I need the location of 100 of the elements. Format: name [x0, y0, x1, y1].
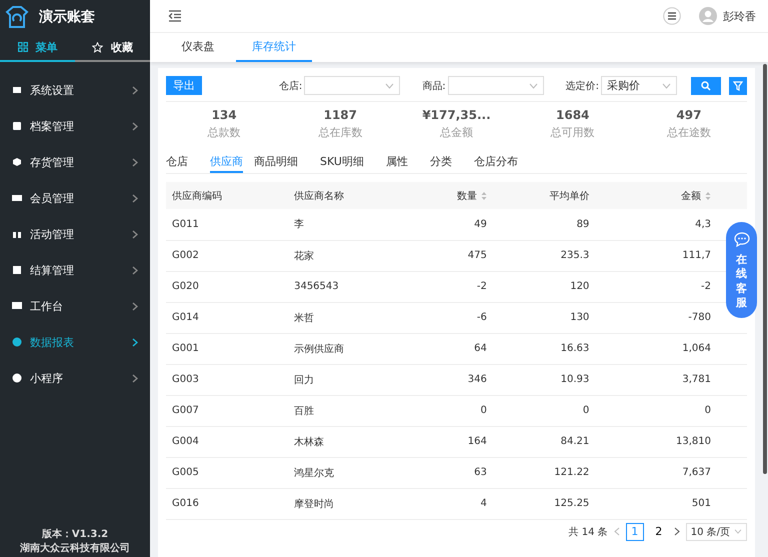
chevron-left-icon[interactable]: [614, 527, 620, 536]
chat-widget[interactable]: 在线客服: [726, 222, 757, 318]
sort-icon[interactable]: [480, 190, 487, 201]
menu-item-icon: [12, 373, 22, 383]
table-cell: G011: [172, 218, 199, 230]
menu-icon[interactable]: [663, 7, 681, 25]
sidebar-tab[interactable]: 收藏: [75, 34, 150, 62]
stat-value: 134: [212, 108, 237, 122]
chevron-down-icon: [734, 529, 742, 534]
sidebar-item[interactable]: 工作台: [0, 288, 150, 324]
table-cell: G014: [172, 312, 199, 323]
table-cell: 130: [570, 312, 590, 323]
filter-label: 选定价:: [566, 80, 599, 92]
page-tab[interactable]: 仪表盘: [160, 33, 236, 62]
sidebar-item[interactable]: 档案管理: [0, 108, 150, 144]
table-cell: -2: [701, 281, 711, 292]
table-cell: 3,781: [682, 374, 711, 385]
collapse-menu-icon[interactable]: [168, 10, 182, 22]
chevron-down-icon: [528, 82, 538, 88]
column-header: 供应商名称: [294, 190, 344, 202]
sub-tab[interactable]: SKU明细: [320, 152, 375, 173]
avatar-icon[interactable]: [699, 7, 717, 25]
funnel-icon: [733, 80, 743, 90]
stat-label: 总款数: [208, 125, 241, 140]
table-cell: 花家: [294, 250, 314, 262]
table-cell: 125.25: [554, 498, 590, 509]
stat-value: ¥177,35...: [422, 108, 491, 122]
chevron-right-icon[interactable]: [674, 527, 680, 536]
chevron-right-icon: [132, 374, 138, 382]
select-field[interactable]: 采购价: [601, 76, 677, 95]
table-cell: 89: [576, 218, 590, 230]
chevron-right-icon: [132, 230, 138, 238]
stat-label: 总在途数: [666, 125, 711, 140]
filter-button[interactable]: [729, 76, 747, 94]
table-cell: 84.21: [560, 436, 590, 447]
page-button[interactable]: 2: [650, 522, 668, 540]
table-cell: 4,3: [695, 218, 711, 230]
sidebar-item[interactable]: 系统设置: [0, 72, 150, 108]
table-cell: 3456543: [294, 281, 339, 292]
sidebar-item[interactable]: 存货管理: [0, 144, 150, 180]
menu-item-icon: [12, 193, 22, 203]
sidebar-item[interactable]: 小程序: [0, 360, 150, 396]
table-cell: 摩登时尚: [294, 498, 334, 510]
filter-label: 仓店:: [278, 80, 302, 92]
sub-tab[interactable]: 仓店分布: [474, 152, 529, 173]
select-field[interactable]: [304, 76, 400, 95]
table-cell: 346: [468, 374, 487, 385]
sub-tab[interactable]: 属性: [386, 152, 419, 173]
sidebar-item[interactable]: 活动管理: [0, 216, 150, 252]
menu-item-icon: [12, 85, 22, 95]
menu-item-icon: [12, 337, 22, 347]
table-cell: 4: [480, 498, 487, 509]
star-icon: [92, 42, 103, 52]
table-cell: 百胜: [294, 406, 314, 416]
sub-tab[interactable]: 仓店: [166, 152, 199, 173]
table-cell: 49: [474, 218, 487, 230]
chevron-right-icon: [132, 302, 138, 310]
table-cell: 235.3: [560, 250, 590, 261]
grid-icon: [18, 42, 28, 52]
stat-label: 总可用数: [550, 125, 595, 140]
sort-icon[interactable]: [705, 190, 711, 201]
table-cell: G001: [172, 343, 199, 354]
table-cell: 1,064: [682, 343, 711, 354]
chevron-right-icon: [132, 338, 138, 346]
page-size-select[interactable]: 10 条/页: [686, 522, 747, 540]
table-cell: 示例供应商: [294, 344, 344, 354]
sidebar-tab[interactable]: 菜单: [0, 34, 75, 62]
search-icon: [701, 80, 711, 90]
chevron-right-icon: [132, 122, 138, 130]
table-cell: 米哲: [294, 312, 314, 324]
table-cell: G002: [172, 250, 199, 261]
sidebar-item[interactable]: 数据报表: [0, 324, 150, 360]
sidebar-item[interactable]: 会员管理: [0, 180, 150, 216]
sidebar-item[interactable]: 结算管理: [0, 252, 150, 288]
sub-tab[interactable]: 商品明细: [254, 152, 309, 173]
table-cell: 10.93: [560, 374, 590, 385]
menu-item-icon: [12, 265, 22, 275]
app-title: 演示账套: [39, 8, 95, 26]
table-cell: 16.63: [560, 343, 590, 354]
table-cell: 111,7: [682, 250, 711, 261]
stat-value: 497: [676, 108, 702, 122]
scrollbar[interactable]: [763, 64, 767, 474]
table-cell: 120: [570, 281, 590, 292]
chevron-down-icon: [385, 82, 394, 88]
stat-value: 1684: [556, 108, 590, 122]
table-cell: -6: [476, 312, 487, 323]
total-count: 共 14 条: [568, 526, 608, 538]
column-header: 供应商编码: [172, 190, 222, 202]
sub-tab[interactable]: 分类: [430, 152, 463, 173]
select-field[interactable]: [448, 76, 544, 95]
stat-value: 1187: [324, 108, 357, 122]
table-cell: G016: [172, 498, 199, 509]
search-button[interactable]: [691, 76, 721, 94]
table-cell: 0: [704, 405, 711, 416]
chat-bubble-icon: [734, 232, 750, 247]
column-header: 数量: [456, 190, 477, 202]
user-name[interactable]: 彭玲香: [723, 8, 756, 24]
table-cell: G007: [172, 405, 199, 416]
table-cell: 0: [480, 405, 487, 416]
chevron-right-icon: [132, 266, 138, 274]
